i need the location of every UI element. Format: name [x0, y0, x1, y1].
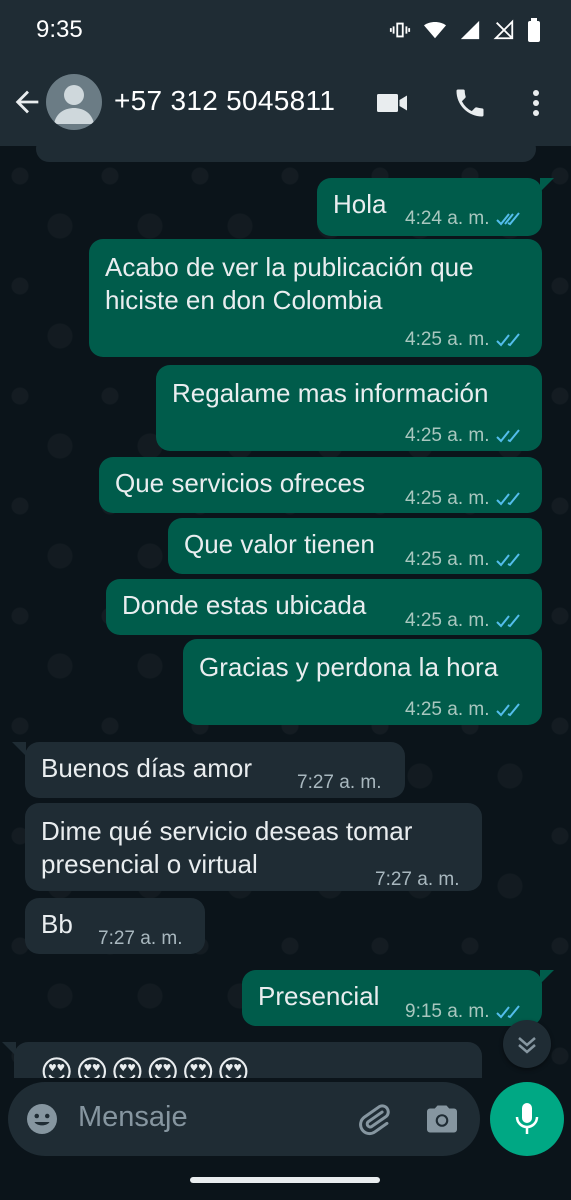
message-time: 4:25 a. m.: [405, 419, 522, 452]
chat-area[interactable]: Hola 4:24 a. m. Acabo de ver la publicac…: [0, 146, 571, 1078]
read-ticks-icon: [495, 552, 520, 566]
signal-off-icon: [493, 19, 514, 40]
message-bubble[interactable]: Acabo de ver la publicación que hiciste …: [89, 239, 542, 357]
scroll-down-icon: [518, 1037, 536, 1054]
message-time: 4:24 a. m.: [405, 202, 522, 235]
read-ticks-icon: [495, 491, 520, 505]
read-ticks-icon: [495, 332, 520, 346]
message-time: 7:27 a. m.: [297, 766, 382, 799]
top-bar: 9:35 +57 312 5045811: [0, 0, 571, 146]
bubble-tail: [540, 178, 554, 192]
message-bubble[interactable]: Donde estas ubicada 4:25 a. m.: [106, 579, 542, 635]
mic-icon: [515, 1103, 539, 1134]
vibrate-icon: [389, 22, 411, 38]
message-input[interactable]: Mensaje: [78, 1101, 188, 1134]
message-text: 😍😍😍😍😍😍: [40, 1054, 253, 1078]
read-ticks-icon: [495, 428, 520, 442]
read-ticks-icon: [495, 211, 520, 225]
message-text: Que valor tienen: [184, 529, 375, 559]
scroll-down-button[interactable]: [503, 1020, 551, 1068]
signal-icon: [460, 20, 480, 40]
time-label: 7:27 a. m.: [297, 772, 382, 793]
message-bubble[interactable]: Hola 4:24 a. m.: [317, 178, 542, 236]
time-label: 4:25 a. m.: [405, 610, 490, 631]
message-bubble[interactable]: Que valor tienen 4:25 a. m.: [168, 518, 542, 574]
message-text-line2: hiciste en don Colombia: [105, 285, 383, 315]
time-label: 7:27 a. m.: [375, 869, 460, 890]
message-text: Buenos días amor: [41, 753, 253, 783]
message-bubble[interactable]: Bb 7:27 a. m.: [25, 898, 205, 954]
message-bubble[interactable]: Buenos días amor 7:27 a. m.: [25, 742, 405, 798]
bubble-tail: [540, 970, 554, 984]
message-text: Gracias y perdona la hora: [199, 652, 499, 682]
time-label: 4:24 a. m.: [405, 208, 490, 229]
chat-header: +57 312 5045811: [0, 66, 571, 140]
more-vert-icon[interactable]: [522, 85, 550, 121]
message-text-line1: Dime qué servicio deseas tomar: [41, 816, 413, 846]
message-time: 7:27 a. m.: [375, 863, 460, 896]
message-composer[interactable]: Mensaje: [8, 1082, 480, 1156]
attach-icon[interactable]: [356, 1101, 392, 1137]
message-text: Que servicios ofreces: [115, 468, 365, 498]
message-text-line1: Acabo de ver la publicación que: [105, 252, 474, 282]
message-text: Bb: [41, 909, 73, 939]
message-time: 4:25 a. m.: [405, 604, 522, 637]
read-ticks-icon: [495, 1004, 520, 1018]
message-bubble[interactable]: 😍😍😍😍😍😍: [14, 1042, 482, 1078]
time-label: 7:27 a. m.: [98, 928, 183, 949]
status-time: 9:35: [36, 16, 83, 43]
time-label: 4:25 a. m.: [405, 329, 490, 350]
avatar-icon: [54, 85, 94, 124]
wifi-icon: [424, 21, 446, 39]
message-text: Presencial: [258, 981, 380, 1011]
bubble-tail: [12, 742, 26, 756]
message-bubble[interactable]: Presencial 9:15 a. m.: [242, 970, 542, 1026]
home-indicator[interactable]: [190, 1177, 380, 1183]
message-time: 4:25 a. m.: [405, 693, 522, 726]
message-text: Regalame mas información: [172, 378, 489, 408]
emoji-icon[interactable]: [24, 1101, 60, 1137]
read-ticks-icon: [495, 702, 520, 716]
contact-name[interactable]: +57 312 5045811: [114, 85, 335, 117]
time-label: 4:25 a. m.: [405, 425, 490, 446]
message-text-line2: presencial o virtual: [41, 849, 258, 879]
phone-icon[interactable]: [452, 85, 488, 121]
message-text: Donde estas ubicada: [122, 590, 367, 620]
time-label: 4:25 a. m.: [405, 549, 490, 570]
mic-button[interactable]: [490, 1082, 564, 1156]
time-label: 9:15 a. m.: [405, 1001, 490, 1022]
back-arrow-icon[interactable]: [10, 85, 44, 119]
time-label: 4:25 a. m.: [405, 488, 490, 509]
message-time: 4:25 a. m.: [405, 482, 522, 515]
message-bubble[interactable]: Gracias y perdona la hora 4:25 a. m.: [183, 639, 542, 725]
partial-message: [36, 146, 536, 162]
message-time: 7:27 a. m.: [98, 922, 183, 955]
battery-icon: [528, 18, 540, 42]
video-call-icon[interactable]: [374, 85, 410, 121]
message-bubble[interactable]: Regalame mas información 4:25 a. m.: [156, 365, 542, 451]
camera-icon[interactable]: [424, 1101, 460, 1137]
read-ticks-icon: [495, 613, 520, 627]
message-time: 4:25 a. m.: [405, 323, 522, 356]
message-time: 4:25 a. m.: [405, 543, 522, 576]
status-icons: [389, 18, 541, 42]
avatar[interactable]: [46, 74, 102, 130]
message-bubble[interactable]: Dime qué servicio deseas tomar presencia…: [25, 803, 482, 891]
time-label: 4:25 a. m.: [405, 699, 490, 720]
message-bubble[interactable]: Que servicios ofreces 4:25 a. m.: [99, 457, 542, 513]
message-text: Hola: [333, 189, 387, 219]
